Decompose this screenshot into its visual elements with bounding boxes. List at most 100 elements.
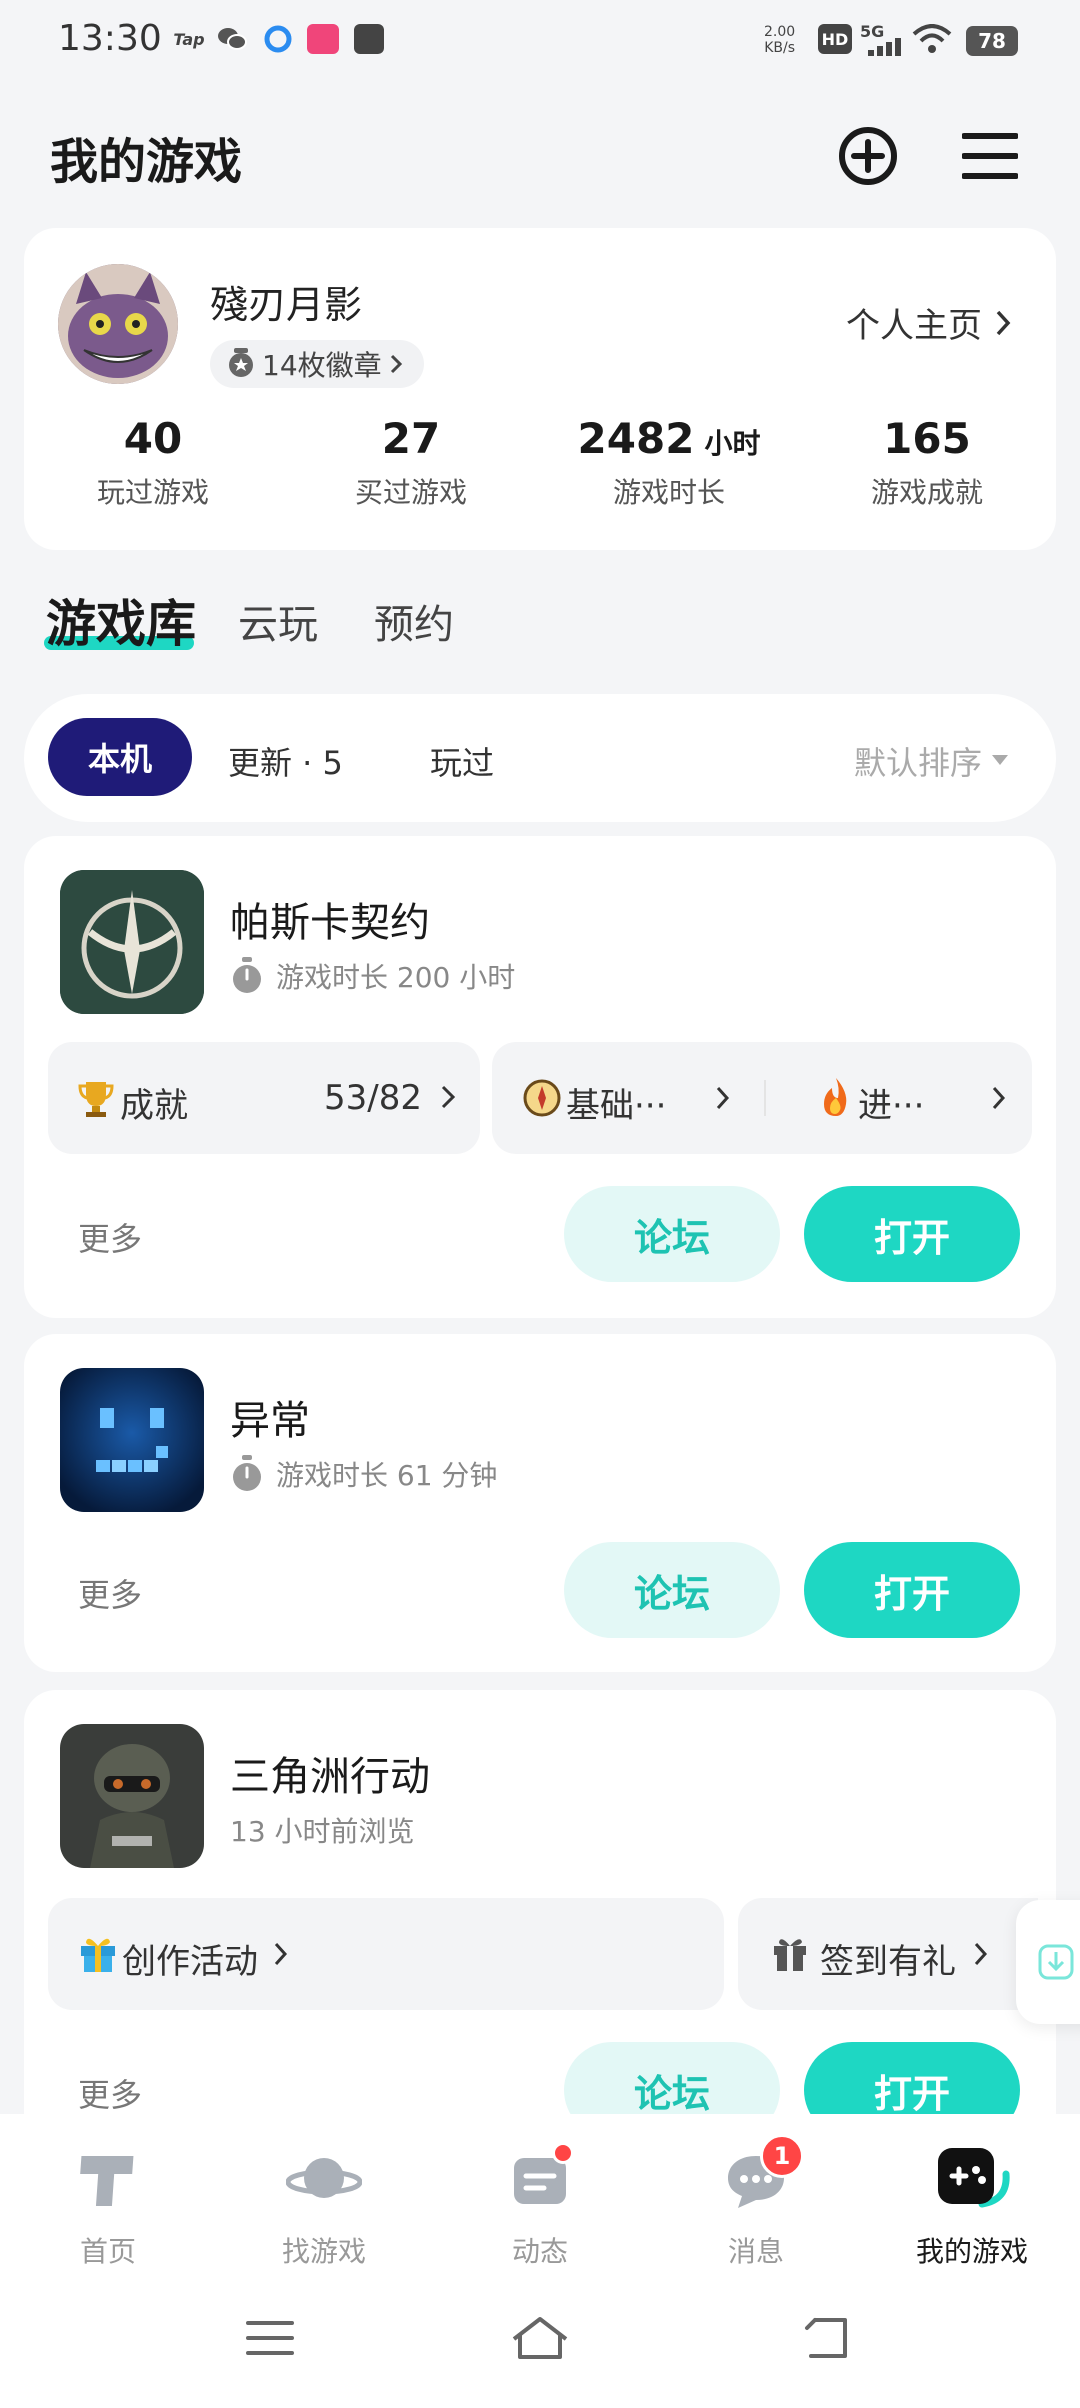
event-creation-pill[interactable]: 创作活动 xyxy=(48,1898,724,2010)
game-playtime: 游戏时长 61 分钟 xyxy=(230,1454,497,1494)
stopwatch-icon xyxy=(233,1455,261,1491)
wechat-icon xyxy=(216,24,248,54)
game-last-viewed: 13 小时前浏览 xyxy=(230,1815,415,1848)
tags-pill[interactable]: 基础··· 进··· xyxy=(492,1042,1032,1154)
caret-down-icon xyxy=(992,755,1008,765)
nav-label: 首页 xyxy=(79,2235,136,2268)
nav-label: 消息 xyxy=(727,2235,784,2268)
stat-played[interactable]: 40 玩过游戏 xyxy=(24,414,282,511)
tab-reserve[interactable]: 预约 xyxy=(374,592,454,650)
tab-cloud[interactable]: 云玩 xyxy=(238,592,318,650)
game-playtime: 游戏时长 200 小时 xyxy=(230,956,515,996)
stat-unit: 小时 xyxy=(704,427,761,460)
feed-icon xyxy=(500,2140,580,2220)
wifi-icon xyxy=(912,24,952,58)
hd-icon: HD xyxy=(818,24,852,54)
stat-label: 游戏成就 xyxy=(870,476,983,509)
add-circle-icon xyxy=(839,127,897,185)
stat-playtime[interactable]: 2482 小时 游戏时长 xyxy=(540,414,798,511)
filter-played[interactable]: 玩过 xyxy=(430,738,494,784)
game-icon-anomaly xyxy=(60,1368,204,1512)
nav-my-games[interactable]: 我的游戏 xyxy=(864,2140,1080,2270)
message-icon: 1 xyxy=(716,2134,804,2220)
chevron-right-icon xyxy=(992,1086,1006,1110)
stat-bought[interactable]: 27 买过游戏 xyxy=(282,414,540,511)
chevron-right-icon xyxy=(274,1942,288,1966)
trophy-icon xyxy=(78,1082,114,1117)
status-bar: 13:30 Tap 2.00 KB/s HD 5G 78 xyxy=(0,0,1080,80)
filter-bar: 本机 更新 · 5 玩过 默认排序 xyxy=(24,694,1056,822)
nav-discover[interactable]: 找游戏 xyxy=(216,2140,432,2270)
menu-icon xyxy=(962,133,1018,179)
event-checkin-pill[interactable]: 签到有礼 xyxy=(738,1898,1038,2010)
gift-icon xyxy=(774,1939,806,1971)
compass-icon xyxy=(523,1079,561,1117)
system-home-button[interactable] xyxy=(500,2308,580,2368)
page-title: 我的游戏 xyxy=(50,134,243,190)
taptap-icon: Tap xyxy=(173,29,205,49)
status-time: 13:30 xyxy=(58,18,162,59)
open-button[interactable]: 打开 xyxy=(804,1186,1020,1282)
stat-label: 游戏时长 xyxy=(612,476,725,509)
avatar[interactable] xyxy=(58,264,178,384)
nav-label: 找游戏 xyxy=(281,2235,366,2268)
stat-label: 买过游戏 xyxy=(354,476,467,509)
message-icon xyxy=(352,24,386,54)
nav-feed[interactable]: 动态 xyxy=(432,2140,648,2270)
achievement-pill[interactable]: 成就 53/82 xyxy=(48,1042,480,1154)
tab-library[interactable]: 游戏库 xyxy=(46,584,196,656)
stat-label: 玩过游戏 xyxy=(96,476,209,509)
more-link[interactable]: 更多 xyxy=(78,1570,142,1616)
gift-icon xyxy=(81,1938,115,1972)
fire-icon xyxy=(824,1078,847,1116)
game-card[interactable]: 异常 游戏时长 61 分钟 更多 论坛 打开 xyxy=(24,1334,1056,1672)
badges-label: 14枚徽章 xyxy=(262,349,382,382)
stat-value: 2482 xyxy=(577,414,695,463)
sort-label: 默认排序 xyxy=(853,744,982,782)
menu-button[interactable] xyxy=(958,124,1022,188)
chevron-right-icon xyxy=(996,310,1011,335)
game-card[interactable]: 帕斯卡契约 游戏时长 200 小时 成就 53/82 基础··· 进··· 更多… xyxy=(24,836,1056,1318)
add-button[interactable] xyxy=(836,124,900,188)
username: 殘刃月影 xyxy=(210,283,363,327)
download-icon xyxy=(1038,1944,1074,1980)
badges-button[interactable]: 14枚徽章 xyxy=(210,340,424,388)
more-link[interactable]: 更多 xyxy=(78,1214,142,1260)
checkin-label: 签到有礼 xyxy=(820,1942,956,1982)
back-icon xyxy=(805,2318,847,2358)
game-icon-pascal xyxy=(60,870,204,1014)
floating-download-button[interactable] xyxy=(1016,1900,1080,2024)
nav-label: 我的游戏 xyxy=(915,2235,1028,2268)
forum-button[interactable]: 论坛 xyxy=(564,1542,780,1638)
chevron-right-icon xyxy=(974,1942,988,1966)
tag-basic: 基础··· xyxy=(566,1086,667,1126)
sort-dropdown[interactable]: 默认排序 xyxy=(854,738,1008,784)
filter-local[interactable]: 本机 xyxy=(48,718,192,796)
home-outline-icon xyxy=(512,2317,568,2359)
profile-homepage-link[interactable]: 个人主页 xyxy=(846,298,1012,347)
signal-icon: 5G xyxy=(860,22,906,58)
stat-achievements[interactable]: 165 游戏成就 xyxy=(798,414,1056,511)
system-menu-button[interactable] xyxy=(230,2308,310,2368)
open-button[interactable]: 打开 xyxy=(804,1542,1020,1638)
profile-card: 殘刃月影 14枚徽章 个人主页 40 玩过游戏 27 买过游戏 2482 小时 游… xyxy=(24,228,1056,550)
recents-icon xyxy=(246,2321,294,2355)
stat-value: 40 xyxy=(123,414,183,463)
app-icon xyxy=(306,24,340,54)
notification-dot xyxy=(552,2142,574,2164)
chevron-right-icon xyxy=(441,1085,456,1109)
gamepad-icon xyxy=(932,2140,1012,2220)
system-back-button[interactable] xyxy=(786,2308,866,2368)
nav-home[interactable]: 首页 xyxy=(0,2140,216,2270)
battery-icon: 78 xyxy=(966,26,1018,56)
game-name: 三角洲行动 xyxy=(230,1754,430,1800)
chevron-right-icon xyxy=(716,1086,730,1110)
chevron-right-icon xyxy=(390,354,402,374)
more-link[interactable]: 更多 xyxy=(78,2070,142,2116)
stat-value: 165 xyxy=(883,414,971,463)
forum-button[interactable]: 论坛 xyxy=(564,1186,780,1282)
nav-messages[interactable]: 1 消息 xyxy=(648,2134,864,2270)
achievement-count: 53/82 xyxy=(324,1078,422,1118)
filter-updates[interactable]: 更新 · 5 xyxy=(228,738,343,784)
game-card[interactable]: 三角洲行动 13 小时前浏览 创作活动 签到有礼 更多 论坛 打开 xyxy=(24,1690,1056,2170)
